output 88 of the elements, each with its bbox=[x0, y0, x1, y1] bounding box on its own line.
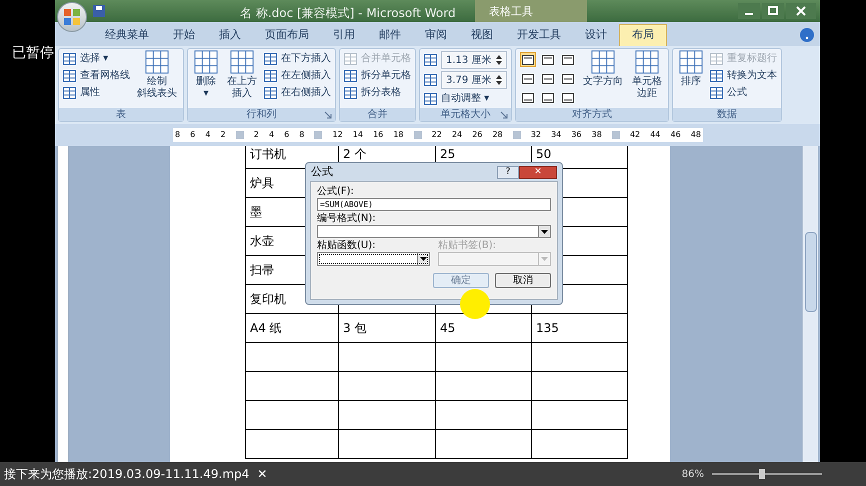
ribbon-tab[interactable]: 开发工具 bbox=[505, 24, 573, 46]
ribbon-tab[interactable]: 引用 bbox=[321, 24, 367, 46]
ruler-number: 12 bbox=[332, 130, 343, 140]
ruler-number: 4 bbox=[268, 130, 274, 140]
ribbon-button[interactable]: 查看网格线 bbox=[63, 67, 130, 84]
ribbon-button[interactable]: 在下方插入 bbox=[264, 50, 331, 67]
group-label: 数据 bbox=[717, 108, 737, 120]
zoom-level: 86% bbox=[682, 468, 704, 482]
help-button[interactable]: ? bbox=[497, 166, 519, 178]
ribbon-tab[interactable]: 页面布局 bbox=[253, 24, 321, 46]
ruler-number: 48 bbox=[690, 130, 701, 140]
field-label: 粘贴函数(U): bbox=[317, 239, 376, 252]
ribbon-tab[interactable]: 插入 bbox=[207, 24, 253, 46]
close-button[interactable]: ✕ bbox=[519, 166, 557, 178]
table-cell: 3 包 bbox=[343, 321, 366, 335]
ribbon-button[interactable]: 公式 bbox=[710, 84, 777, 101]
table-cell: 2 个 bbox=[343, 147, 366, 161]
table-cell: 墨 bbox=[250, 205, 262, 219]
ribbon-tab[interactable]: 布局 bbox=[619, 24, 667, 46]
formula-field[interactable]: =SUM(ABOVE) bbox=[317, 198, 551, 211]
table-cell: 45 bbox=[440, 321, 456, 335]
ribbon-tab[interactable]: 审阅 bbox=[413, 24, 459, 46]
ribbon-tab[interactable]: 经典菜单 bbox=[93, 24, 161, 46]
ruler-number: 14 bbox=[352, 130, 363, 140]
field-label: 公式(F): bbox=[317, 185, 355, 198]
table-cell: 复印机 bbox=[250, 292, 286, 306]
ruler-number: 36 bbox=[571, 130, 582, 140]
table-cell: 订书机 bbox=[250, 147, 286, 161]
table-cell: 水壶 bbox=[250, 234, 274, 248]
ruler-number: 6 bbox=[190, 130, 196, 140]
ruler-number: 18 bbox=[393, 130, 404, 140]
group-label: 对齐方式 bbox=[572, 108, 612, 120]
table-cell: 炉具 bbox=[250, 176, 274, 190]
ruler-number: 16 bbox=[373, 130, 384, 140]
next-video-text: 接下来为您播放:2019.03.09-11.11.49.mp4 bbox=[4, 466, 250, 483]
ribbon-button[interactable]: 在右侧插入 bbox=[264, 84, 331, 101]
ruler-number: 24 bbox=[452, 130, 462, 140]
ruler-number: 28 bbox=[492, 130, 503, 140]
field-label: 编号格式(N): bbox=[317, 212, 377, 225]
ruler-number: 34 bbox=[551, 130, 562, 140]
ruler-number: 6 bbox=[284, 130, 290, 140]
ribbon-large-button[interactable]: 在上方 插入 bbox=[225, 50, 259, 100]
field-label: 粘贴书签(B): bbox=[438, 239, 498, 252]
ribbon-tab[interactable]: 开始 bbox=[161, 24, 207, 46]
ruler-number: 46 bbox=[670, 130, 681, 140]
ruler-number: 2 bbox=[220, 130, 226, 140]
paused-label: 已暂停 bbox=[12, 44, 54, 63]
ruler-number: 38 bbox=[592, 130, 602, 140]
ribbon-button[interactable]: 拆分表格 bbox=[344, 84, 411, 101]
ribbon-tab[interactable]: 设计 bbox=[573, 24, 619, 46]
ribbon-tab[interactable]: 邮件 bbox=[367, 24, 413, 46]
group-label: 表 bbox=[116, 108, 126, 120]
ribbon-large-button[interactable]: 删除 ▾ bbox=[192, 50, 220, 100]
dialog-button[interactable]: 取消 bbox=[495, 273, 551, 288]
ruler-number: 26 bbox=[472, 130, 482, 140]
ribbon-button[interactable]: 在左侧插入 bbox=[264, 67, 331, 84]
ruler-number: 44 bbox=[650, 130, 660, 140]
group-label: 行和列 bbox=[246, 108, 276, 120]
ribbon-large-button[interactable]: 文字方向 bbox=[581, 50, 625, 88]
context-tab-title: 表格工具 bbox=[475, 0, 587, 22]
ribbon-button[interactable]: 属性 bbox=[63, 84, 130, 101]
group-label: 合并 bbox=[368, 108, 388, 120]
ruler-number: 8 bbox=[175, 130, 180, 140]
window-title: 名 称.doc [兼容模式] - Microsoft Word bbox=[240, 5, 456, 22]
ruler-number: 32 bbox=[530, 130, 541, 140]
group-label: 单元格大小 bbox=[440, 108, 490, 120]
ribbon-button[interactable]: 转换为文本 bbox=[710, 67, 777, 84]
ribbon-large-button[interactable]: 单元格 边距 bbox=[630, 50, 664, 100]
table-cell: 25 bbox=[440, 147, 456, 161]
ruler-number: 4 bbox=[205, 130, 210, 140]
spin-field[interactable]: 1.13 厘米 bbox=[441, 51, 507, 69]
ribbon-button[interactable]: 选择 ▾ bbox=[63, 50, 130, 67]
ruler-number: 2 bbox=[254, 130, 259, 140]
spin-field[interactable]: 3.79 厘米 bbox=[441, 71, 507, 89]
ribbon-large-button[interactable]: 绘制 斜线表头 bbox=[135, 50, 179, 100]
ruler-number: 8 bbox=[299, 130, 304, 140]
ribbon-tab[interactable]: 视图 bbox=[459, 24, 505, 46]
dialog-title: 公式 bbox=[311, 164, 333, 180]
close-button[interactable]: ✕ bbox=[257, 465, 268, 483]
ruler-number: 42 bbox=[630, 130, 640, 140]
table-cell: 50 bbox=[536, 147, 552, 161]
ruler-number: 22 bbox=[432, 130, 442, 140]
table-cell: 135 bbox=[536, 321, 559, 335]
ribbon-button[interactable]: 拆分单元格 bbox=[344, 67, 411, 84]
table-cell: 扫帚 bbox=[250, 263, 274, 277]
ribbon-large-button[interactable]: 排序 bbox=[677, 50, 705, 88]
ribbon-button[interactable]: 自动调整 ▾ bbox=[424, 90, 507, 107]
table-cell: A4 纸 bbox=[250, 321, 282, 335]
